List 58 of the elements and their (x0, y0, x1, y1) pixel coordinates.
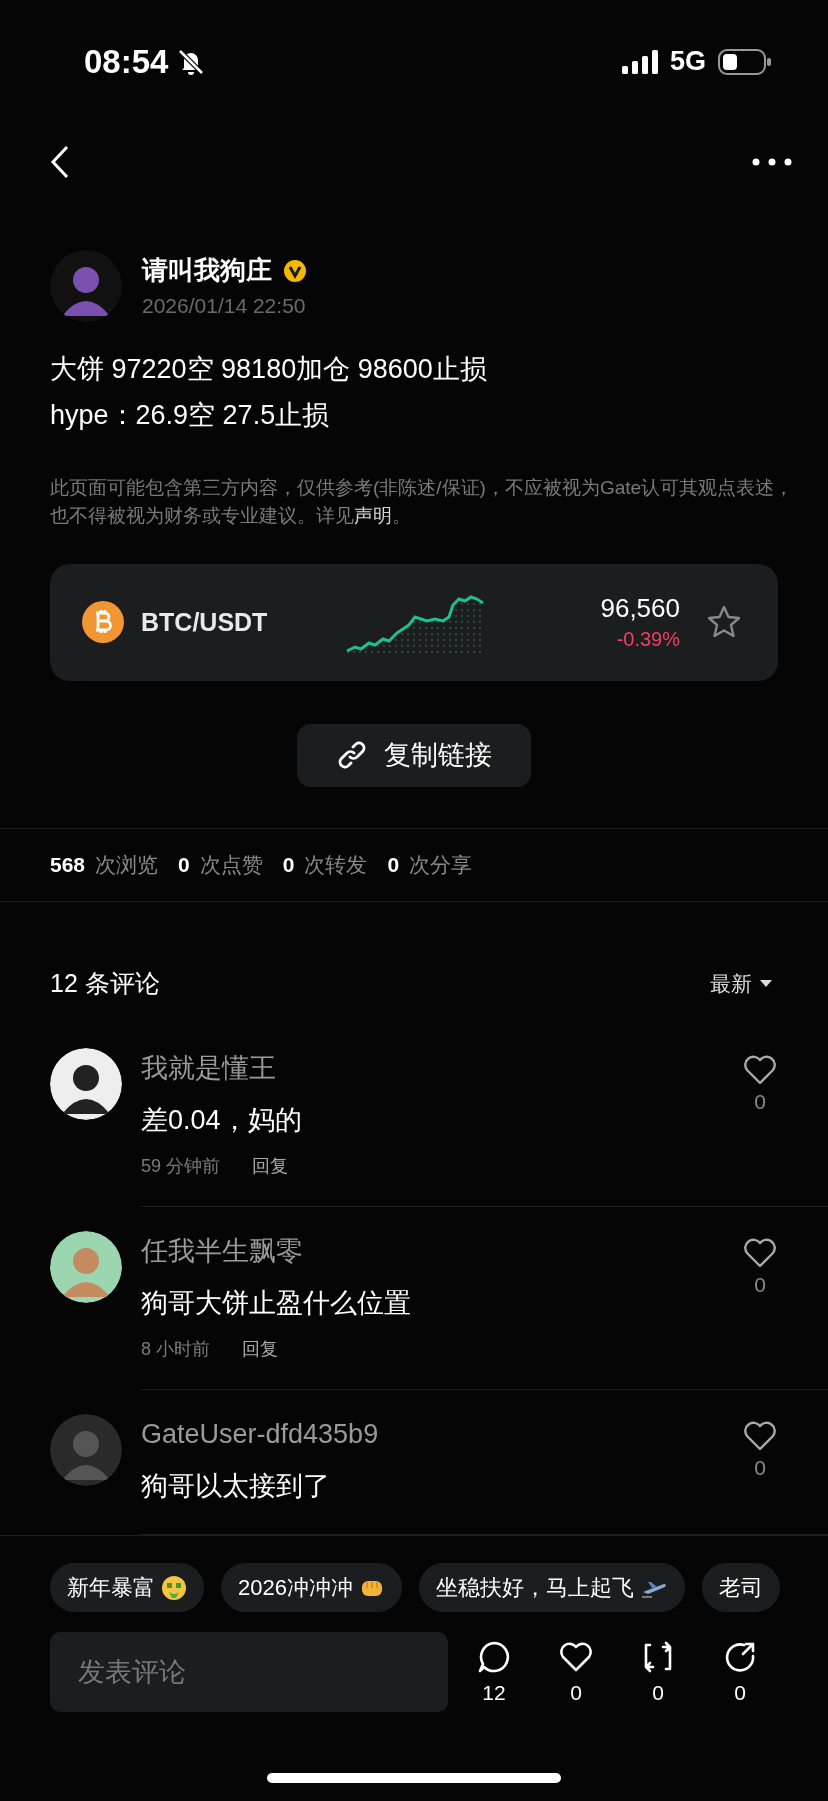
reply-button[interactable]: 回复 (242, 1335, 278, 1363)
caret-icon (760, 980, 772, 988)
comments-title: 12 条评论 (50, 968, 160, 1000)
statement-link[interactable]: 声明 (354, 504, 392, 526)
back-button[interactable] (50, 144, 70, 179)
status-time: 08:54 (84, 42, 169, 81)
avatar[interactable] (50, 1048, 122, 1120)
stat-label: 次转发 (304, 851, 368, 878)
like-count: 0 (754, 1456, 766, 1480)
comment-author[interactable]: GateUser-dfd435b9 (141, 1414, 710, 1454)
like-count: 0 (754, 1273, 766, 1297)
comment-icon (476, 1639, 512, 1675)
stat-count: 568 (50, 852, 86, 877)
like-count: 0 (754, 1090, 766, 1114)
action-button[interactable]: 0 (640, 1639, 676, 1705)
stat-count: 0 (282, 852, 295, 877)
quick-reply-chip[interactable]: 老司 (701, 1563, 780, 1612)
copy-link-button[interactable]: 复制链接 (297, 723, 531, 787)
comment-author[interactable]: 任我半生飘零 (141, 1231, 710, 1271)
comment-text: 狗哥以太接到了 (141, 1470, 331, 1503)
money-face-icon (161, 1574, 187, 1601)
heart-icon[interactable] (743, 1054, 777, 1086)
action-button[interactable]: 0 (722, 1639, 758, 1705)
battery-icon (718, 48, 772, 75)
more-button[interactable] (752, 157, 792, 166)
sort-dropdown[interactable]: 最新 (710, 970, 772, 998)
signal-icon (621, 49, 660, 74)
heart-icon[interactable] (743, 1237, 777, 1269)
post-date: 2026/01/14 22:50 (142, 294, 307, 319)
post-text: 大饼 97220空 98180加仓 98600止损 (49, 352, 488, 386)
post-text: hype：26.9空 27.5止损 (49, 398, 331, 432)
comment-time: 8 小时前 (141, 1338, 210, 1361)
price-change: -0.39% (616, 628, 680, 652)
reply-button[interactable]: 回复 (252, 1152, 289, 1180)
author-name[interactable]: 请叫我狗庄 (142, 253, 272, 289)
stat-count: 0 (387, 852, 400, 877)
avatar[interactable] (50, 1231, 122, 1303)
pair-label: BTC/USDT (141, 607, 269, 637)
stat-label: 次点赞 (199, 851, 263, 878)
stat-count: 0 (178, 852, 190, 877)
heart-icon[interactable] (743, 1420, 777, 1452)
comment-text: 狗哥大饼止盈什么位置 (141, 1287, 412, 1320)
comment-text: 差0.04，妈的 (141, 1104, 303, 1137)
disclaimer-text: 此页面可能包含第三方内容，仅供参考(非陈述/保证)，不应被视为Gate认可其观点表述，也不得被视为财务或专业建议。详见声明。 (50, 475, 795, 528)
action-button[interactable]: 0 (558, 1639, 594, 1705)
comment-time: 59 分钟前 (141, 1155, 221, 1178)
ticker-card[interactable]: BTC/USDT 96,560 -0.39% (50, 563, 778, 681)
action-button[interactable]: 12 (476, 1639, 512, 1705)
quick-reply-chip[interactable]: 新年暴富 (50, 1563, 204, 1612)
stat-label: 次分享 (409, 851, 473, 878)
bitcoin-icon (82, 601, 124, 644)
comment-author[interactable]: 我就是懂王 (141, 1048, 710, 1088)
network-label: 5G (669, 46, 706, 78)
quick-reply-chip[interactable]: 坐稳扶好，马上起飞 (418, 1563, 685, 1612)
quick-reply-chip[interactable]: 2026冲冲冲 (221, 1563, 402, 1612)
price-value: 96,560 (600, 593, 680, 625)
stat-label: 次浏览 (95, 851, 159, 878)
comment-input[interactable]: 发表评论 (50, 1632, 448, 1712)
